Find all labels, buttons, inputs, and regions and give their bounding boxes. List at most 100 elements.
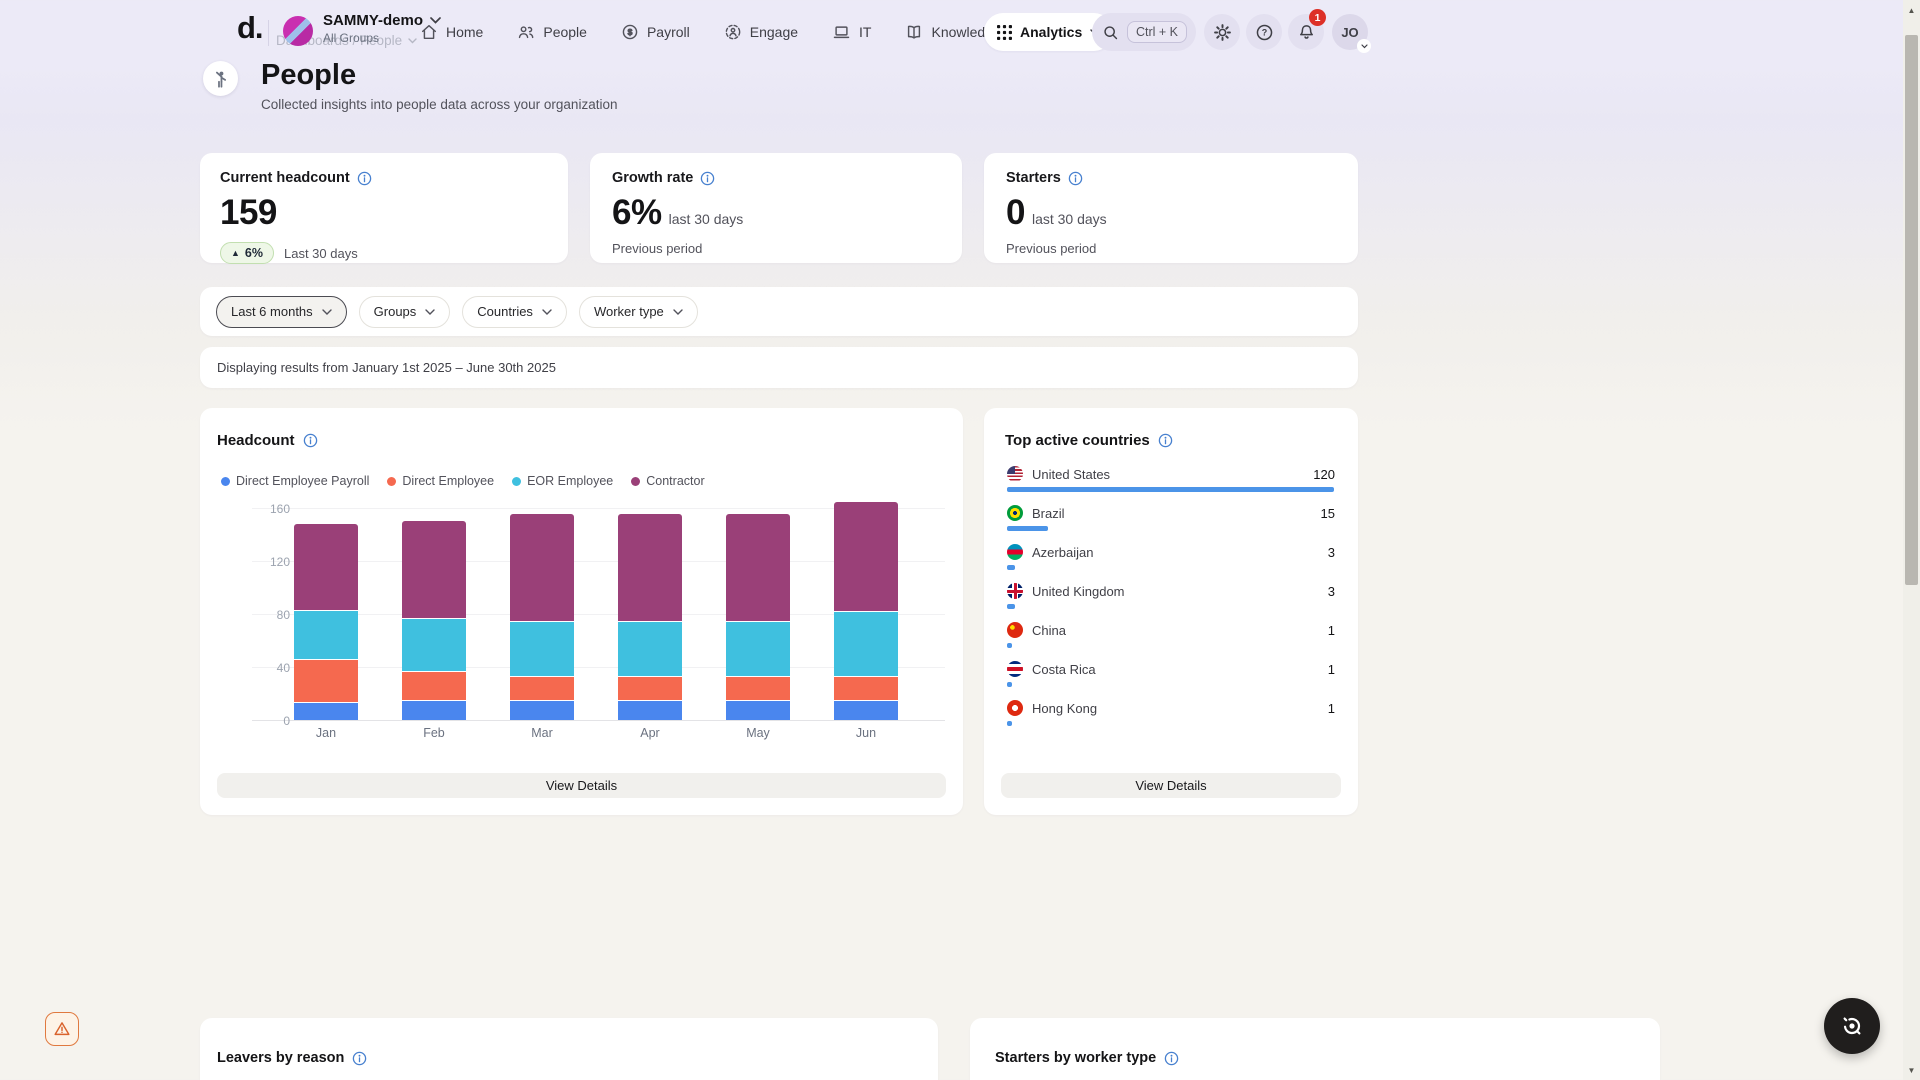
stat-footnote: Previous period <box>1006 241 1336 256</box>
chevron-down-icon <box>673 309 683 315</box>
info-icon[interactable] <box>303 433 318 448</box>
segment-direct-employee <box>726 677 790 700</box>
leavers-title: Leavers by reason <box>217 1050 344 1066</box>
starters-by-worker-type-card: Starters by worker type <box>970 1018 1660 1080</box>
scroll-up-arrow[interactable]: ▲ <box>1903 2 1920 18</box>
legend-item-eor-employee[interactable]: EOR Employee <box>512 474 613 488</box>
nav-item-it[interactable]: IT <box>832 23 871 41</box>
headcount-title: Headcount <box>217 432 295 449</box>
country-row-brazil: Brazil15 <box>1007 505 1335 544</box>
country-bar <box>1007 721 1012 726</box>
info-icon[interactable] <box>1164 1051 1179 1066</box>
x-axis-tick: Feb <box>380 726 488 740</box>
nav-item-people[interactable]: People <box>517 23 587 41</box>
legend-item-direct-employee[interactable]: Direct Employee <box>387 474 494 488</box>
book-icon <box>905 23 923 41</box>
x-axis-tick: Jan <box>272 726 380 740</box>
bar-stack <box>726 514 790 720</box>
segment-direct-employee <box>402 672 466 700</box>
search-shortcut-chip: Ctrl + K <box>1127 21 1187 43</box>
bar-feb[interactable] <box>380 508 488 720</box>
segment-eor-employee <box>510 622 574 676</box>
growth-rate-card: Growth rate 6% last 30 days Previous per… <box>590 153 962 263</box>
country-name: United States <box>1032 467 1304 482</box>
page-title: People <box>261 59 356 92</box>
flag-hk-icon <box>1007 700 1023 716</box>
stat-label: Growth rate <box>612 170 693 186</box>
legend-item-contractor[interactable]: Contractor <box>631 474 704 488</box>
info-icon[interactable] <box>352 1051 367 1066</box>
x-axis-tick: Mar <box>488 726 596 740</box>
help-button[interactable]: ? <box>1246 14 1282 50</box>
segment-eor-employee <box>294 611 358 659</box>
segment-direct-employee-payroll <box>834 701 898 720</box>
legend-dot <box>221 477 230 486</box>
segment-eor-employee <box>618 622 682 676</box>
scrollbar-thumb[interactable] <box>1905 35 1918 585</box>
page-icon <box>203 61 238 96</box>
bar-apr[interactable] <box>596 508 704 720</box>
settings-button[interactable] <box>1204 14 1240 50</box>
country-row-hong-kong: Hong Kong1 <box>1007 700 1335 739</box>
warning-fab-button[interactable] <box>45 1012 79 1046</box>
country-name: Azerbaijan <box>1032 545 1319 560</box>
legend-item-direct-employee-payroll[interactable]: Direct Employee Payroll <box>221 474 369 488</box>
scroll-down-arrow[interactable]: ▼ <box>1903 1062 1920 1078</box>
deel-logo[interactable]: d. <box>237 10 263 46</box>
page-subtitle: Collected insights into people data acro… <box>261 97 617 112</box>
bar-stack <box>402 521 466 720</box>
triangle-up-icon: ▲ <box>231 248 240 258</box>
country-bar <box>1007 604 1015 609</box>
filter-worker-type[interactable]: Worker type <box>579 296 698 328</box>
chevron-down-icon <box>430 17 441 24</box>
x-axis-tick: Jun <box>812 726 920 740</box>
country-list: United States120Brazil15Azerbaijan3Unite… <box>1007 466 1335 739</box>
info-icon[interactable] <box>357 171 372 186</box>
segment-contractor <box>618 514 682 621</box>
country-value: 1 <box>1328 701 1335 716</box>
filter-groups[interactable]: Groups <box>359 296 451 328</box>
country-row-china: China1 <box>1007 622 1335 661</box>
bar-stack <box>618 514 682 720</box>
stat-value-note: last 30 days <box>1032 211 1107 227</box>
headcount-view-details-button[interactable]: View Details <box>217 773 946 798</box>
segment-eor-employee <box>402 619 466 671</box>
svg-text:$: $ <box>628 27 633 37</box>
stat-footnote: Previous period <box>612 241 940 256</box>
info-icon[interactable] <box>1068 171 1083 186</box>
chevron-down-icon <box>542 309 552 315</box>
engage-person-icon <box>724 23 742 41</box>
bar-jun[interactable] <box>812 508 920 720</box>
legend-dot <box>631 477 640 486</box>
segment-direct-employee-payroll <box>510 701 574 720</box>
bar-stack <box>294 524 358 720</box>
assistant-fab-button[interactable] <box>1824 998 1880 1054</box>
notifications-button[interactable]: 1 <box>1288 14 1324 50</box>
x-axis-tick: May <box>704 726 812 740</box>
bar-mar[interactable] <box>488 508 596 720</box>
org-switcher[interactable]: SAMMY-demo All Groups <box>283 12 441 46</box>
info-icon[interactable] <box>1158 433 1173 448</box>
country-value: 1 <box>1328 662 1335 677</box>
bar-jan[interactable] <box>272 508 380 720</box>
country-bar <box>1007 526 1048 531</box>
countries-view-details-button[interactable]: View Details <box>1001 773 1341 798</box>
country-row-united-states: United States120 <box>1007 466 1335 505</box>
country-bar <box>1007 643 1012 648</box>
country-name: China <box>1032 623 1319 638</box>
search-button[interactable]: Ctrl + K <box>1092 13 1196 51</box>
info-icon[interactable] <box>700 171 715 186</box>
nav-item-payroll[interactable]: $Payroll <box>621 23 690 41</box>
chart-legend: Direct Employee Payroll Direct Employee EO… <box>221 474 705 488</box>
delta-badge: ▲ 6% <box>220 242 274 264</box>
segment-contractor <box>834 502 898 611</box>
org-scope: All Groups <box>323 31 441 45</box>
bar-may[interactable] <box>704 508 812 720</box>
nav-item-engage[interactable]: Engage <box>724 23 798 41</box>
flag-br-icon <box>1007 505 1023 521</box>
country-row-united-kingdom: United Kingdom3 <box>1007 583 1335 622</box>
user-avatar[interactable]: JO <box>1332 14 1368 50</box>
filter-time-range[interactable]: Last 6 months <box>216 296 347 328</box>
nav-item-label: People <box>543 24 587 40</box>
filter-countries[interactable]: Countries <box>462 296 567 328</box>
